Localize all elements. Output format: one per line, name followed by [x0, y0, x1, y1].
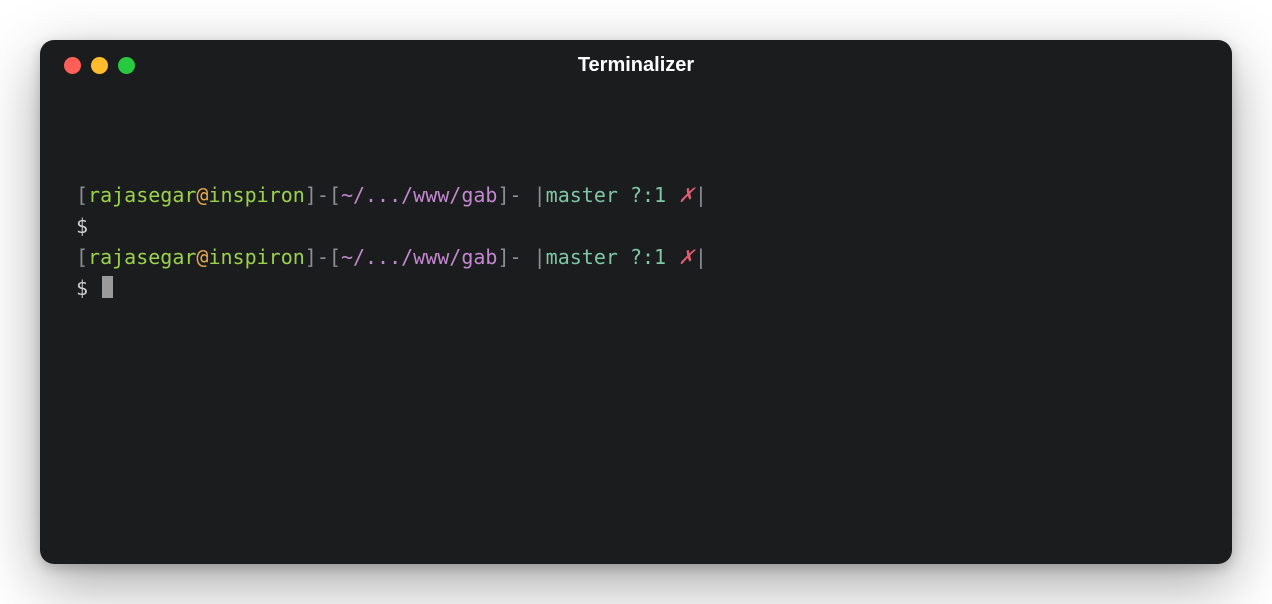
git-branch: master — [546, 183, 630, 207]
bracket-close: ] — [305, 183, 317, 207]
bracket-close: ] — [497, 183, 509, 207]
bracket-open: [ — [76, 183, 88, 207]
prompt-dollar: $ — [76, 276, 100, 300]
prompt-host: inspiron — [208, 183, 304, 207]
command-line: $ — [76, 211, 1196, 242]
git-status: ?:1 — [630, 183, 678, 207]
prompt-line: [rajasegar@inspiron]-[~/.../www/gab]- |m… — [76, 180, 1196, 211]
zoom-icon[interactable] — [118, 57, 135, 74]
prompt-at: @ — [196, 245, 208, 269]
x-icon: ✗ — [678, 245, 695, 269]
git-status: ?:1 — [630, 245, 678, 269]
prompt-path: ~/.../www/gab — [341, 183, 498, 207]
pipe-close: | — [695, 245, 707, 269]
prompt-sep: - — [510, 183, 522, 207]
prompt-host: inspiron — [208, 245, 304, 269]
close-icon[interactable] — [64, 57, 81, 74]
pipe-open: | — [522, 183, 546, 207]
x-icon: ✗ — [678, 183, 695, 207]
prompt-user: rajasegar — [88, 183, 196, 207]
cursor — [102, 276, 113, 298]
bracket-close: ] — [305, 245, 317, 269]
prompt-line: [rajasegar@inspiron]-[~/.../www/gab]- |m… — [76, 242, 1196, 273]
bracket-open: [ — [329, 183, 341, 207]
command-line: $ — [76, 273, 1196, 304]
terminal-window: Terminalizer [rajasegar@inspiron]-[~/...… — [40, 40, 1232, 564]
terminal-body[interactable]: [rajasegar@inspiron]-[~/.../www/gab]- |m… — [40, 90, 1232, 324]
window-title: Terminalizer — [40, 54, 1232, 77]
prompt-at: @ — [196, 183, 208, 207]
prompt-sep: - — [510, 245, 522, 269]
pipe-close: | — [695, 183, 707, 207]
prompt-sep: - — [317, 245, 329, 269]
bracket-open: [ — [329, 245, 341, 269]
prompt-sep: - — [317, 183, 329, 207]
bracket-open: [ — [76, 245, 88, 269]
prompt-dollar: $ — [76, 214, 88, 238]
bracket-close: ] — [497, 245, 509, 269]
minimize-icon[interactable] — [91, 57, 108, 74]
pipe-open: | — [522, 245, 546, 269]
titlebar: Terminalizer — [40, 40, 1232, 90]
traffic-lights — [40, 57, 135, 74]
git-branch: master — [546, 245, 630, 269]
prompt-path: ~/.../www/gab — [341, 245, 498, 269]
prompt-user: rajasegar — [88, 245, 196, 269]
